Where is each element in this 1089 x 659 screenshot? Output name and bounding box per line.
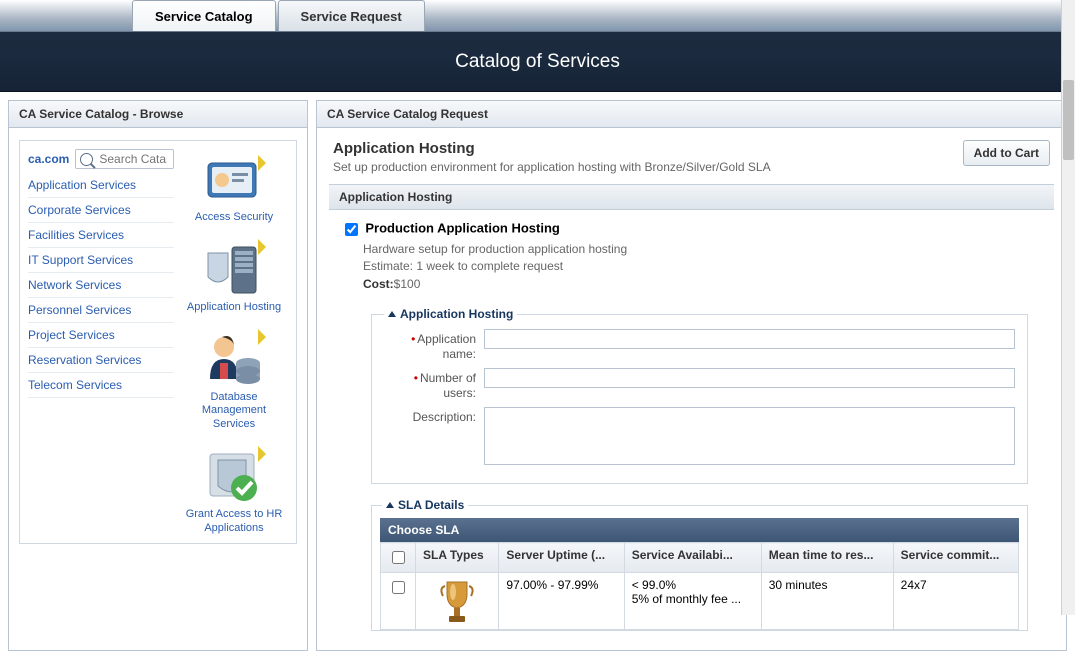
sla-col-uptime[interactable]: Server Uptime (... — [499, 543, 624, 573]
request-title: Application Hosting — [333, 140, 771, 157]
sla-col-avail[interactable]: Service Availabi... — [624, 543, 761, 573]
top-tabbar: Service Catalog Service Request — [0, 0, 1075, 32]
input-description[interactable] — [484, 407, 1015, 465]
sla-row[interactable]: 97.00% - 97.99% < 99.0% 5% of monthly fe… — [381, 573, 1019, 630]
search-icon — [80, 153, 93, 166]
tile-label: Application Hosting — [180, 301, 288, 315]
sla-select-all[interactable] — [392, 551, 405, 564]
shield-check-icon — [199, 446, 269, 506]
page-banner: Catalog of Services — [0, 32, 1075, 92]
tile-grant-hr-access[interactable]: Grant Access to HR Applications — [180, 446, 288, 536]
tab-service-request[interactable]: Service Request — [278, 0, 425, 31]
tab-service-catalog[interactable]: Service Catalog — [132, 0, 276, 31]
label-app-name: Application name: — [417, 332, 476, 361]
request-subtitle: Set up production environment for applic… — [333, 160, 771, 174]
add-to-cart-button[interactable]: Add to Cart — [963, 140, 1050, 166]
category-facilities-services[interactable]: Facilities Services — [28, 223, 174, 248]
sla-commit: 24x7 — [893, 573, 1018, 630]
sla-choose-header: Choose SLA — [380, 518, 1019, 542]
section-header: Application Hosting — [329, 184, 1054, 210]
tile-application-hosting[interactable]: Application Hosting — [180, 239, 288, 315]
option-checkbox[interactable] — [345, 223, 358, 236]
trophy-icon — [439, 578, 475, 624]
category-telecom-services[interactable]: Telecom Services — [28, 373, 174, 398]
browse-panel: CA Service Catalog - Browse ca.com — [8, 100, 308, 651]
tile-label: Grant Access to HR Applications — [180, 508, 288, 536]
category-application-services[interactable]: Application Services — [28, 173, 174, 198]
tile-database-management[interactable]: Database Management Services — [180, 329, 288, 432]
sla-uptime: 97.00% - 97.99% — [499, 573, 624, 630]
label-description: Description: — [413, 410, 476, 424]
option-title: Production Application Hosting — [365, 221, 560, 236]
app-hosting-fieldset: Application Hosting •Application name: •… — [371, 307, 1028, 484]
server-shield-icon — [199, 239, 269, 299]
person-database-icon — [199, 329, 269, 389]
expand-icon[interactable] — [388, 311, 396, 317]
sla-col-mttr[interactable]: Mean time to res... — [761, 543, 893, 573]
category-project-services[interactable]: Project Services — [28, 323, 174, 348]
category-network-services[interactable]: Network Services — [28, 273, 174, 298]
request-panel: CA Service Catalog Request Application H… — [316, 100, 1067, 651]
label-num-users: Number of users: — [420, 371, 476, 400]
sla-avail: < 99.0% 5% of monthly fee ... — [624, 573, 761, 630]
id-card-icon — [199, 149, 269, 209]
tile-label: Access Security — [180, 211, 288, 225]
sla-row-checkbox[interactable] — [392, 581, 405, 594]
category-personnel-services[interactable]: Personnel Services — [28, 298, 174, 323]
input-app-name[interactable] — [484, 329, 1015, 349]
sla-col-commit[interactable]: Service commit... — [893, 543, 1018, 573]
category-reservation-services[interactable]: Reservation Services — [28, 348, 174, 373]
search-input-wrap[interactable] — [75, 149, 174, 169]
browse-panel-title: CA Service Catalog - Browse — [9, 101, 307, 128]
brand-link[interactable]: ca.com — [28, 152, 69, 166]
option-desc: Hardware setup for production applicatio… — [363, 241, 1042, 293]
input-num-users[interactable] — [484, 368, 1015, 388]
fieldset-legend: Application Hosting — [384, 307, 517, 321]
sla-mttr: 30 minutes — [761, 573, 893, 630]
page-scrollbar[interactable] — [1061, 0, 1075, 615]
search-input[interactable] — [97, 151, 169, 167]
category-it-support-services[interactable]: IT Support Services — [28, 248, 174, 273]
tile-label: Database Management Services — [180, 391, 288, 432]
tile-access-security[interactable]: Access Security — [180, 149, 288, 225]
sla-table: SLA Types Server Uptime (... Service Ava… — [380, 542, 1019, 630]
banner-title: Catalog of Services — [455, 51, 620, 73]
sla-col-types[interactable]: SLA Types — [416, 543, 499, 573]
request-panel-title: CA Service Catalog Request — [317, 101, 1066, 128]
sla-fieldset: SLA Details Choose SLA SLA Types Server … — [371, 498, 1028, 631]
expand-icon[interactable] — [386, 502, 394, 508]
sla-legend: SLA Details — [382, 498, 468, 512]
category-corporate-services[interactable]: Corporate Services — [28, 198, 174, 223]
